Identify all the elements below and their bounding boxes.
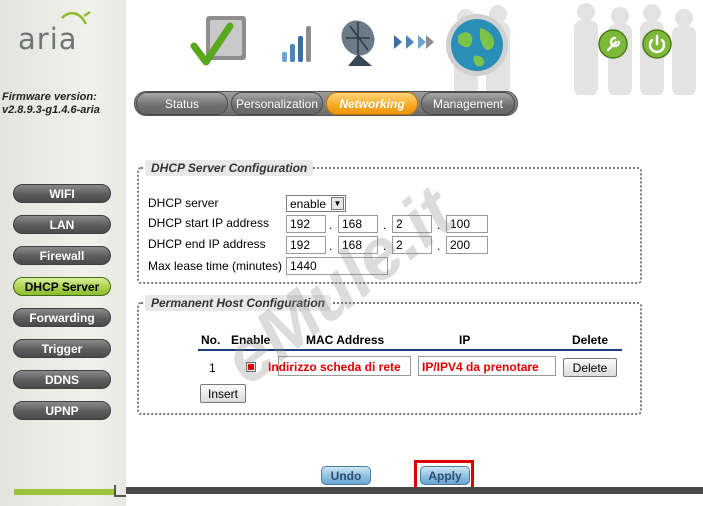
dhcp-start-label: DHCP start IP address [148, 216, 269, 230]
sidebar-item-wifi[interactable]: WIFI [13, 184, 111, 203]
column-no: No. [201, 333, 221, 347]
aria-logo: aria [14, 8, 114, 58]
sidebar-footer-corner [114, 485, 126, 497]
checkmark-cube-icon [190, 16, 246, 66]
sidebar-item-label: UPNP [45, 403, 79, 418]
ip-separator: . [329, 218, 333, 232]
ip-address-note: IP/IPV4 da prenotare [422, 360, 539, 374]
sidebar-item-label: Trigger [41, 341, 83, 356]
end-ip-octet-1[interactable] [286, 236, 326, 254]
dhcp-server-label: DHCP server [148, 196, 219, 210]
firmware-info: Firmware version: v2.8.9.3-g1.4.6-aria [2, 91, 126, 117]
satellite-dish-icon [341, 20, 375, 66]
sidebar-item-dhcp-server[interactable]: DHCP Server [13, 277, 111, 296]
tab-management[interactable]: Management [421, 92, 515, 115]
tab-networking[interactable]: Networking [326, 92, 418, 115]
undo-label: Undo [330, 468, 362, 483]
dhcp-server-value: enable [290, 196, 327, 211]
end-ip-octet-2[interactable] [338, 236, 378, 254]
column-enable: Enable [231, 333, 271, 347]
lease-time-label: Max lease time (minutes) [148, 259, 283, 273]
ip-separator: . [437, 218, 441, 232]
lease-time-input[interactable] [286, 257, 388, 275]
ip-separator: . [383, 218, 387, 232]
end-ip-octet-4[interactable] [446, 236, 488, 254]
sidebar-item-label: DHCP Server [24, 279, 100, 294]
tab-label: Management [432, 96, 504, 111]
sidebar-item-label: LAN [49, 217, 75, 232]
ip-separator: . [437, 239, 441, 253]
enable-checkbox[interactable] [246, 362, 256, 372]
sidebar-item-label: Firewall [39, 248, 85, 263]
sidebar-item-label: WIFI [49, 186, 75, 201]
start-ip-octet-1[interactable] [286, 215, 326, 233]
ip-separator: . [329, 239, 333, 253]
sidebar-item-label: DDNS [44, 372, 79, 387]
signal-bars-icon [282, 26, 311, 62]
tab-label: Status [164, 96, 200, 111]
row-number: 1 [209, 361, 216, 375]
chevron-down-icon: ▼ [331, 197, 344, 210]
arrows-icon [394, 35, 434, 49]
checkbox-mark-icon [248, 364, 254, 370]
delete-button-label: Delete [572, 360, 608, 375]
apply-highlight-box [414, 460, 474, 490]
start-ip-octet-4[interactable] [446, 215, 488, 233]
sidebar-item-upnp[interactable]: UPNP [13, 401, 111, 420]
logo-text: aria [18, 22, 78, 56]
dhcp-end-label: DHCP end IP address [148, 237, 266, 251]
column-mac-address: MAC Address [306, 333, 385, 347]
ip-separator: . [383, 239, 387, 253]
sidebar-item-trigger[interactable]: Trigger [13, 339, 111, 358]
table-header-divider [198, 349, 622, 351]
tab-label: Personalization [235, 96, 319, 111]
footer-bar [126, 487, 703, 494]
tab-status[interactable]: Status [136, 92, 228, 115]
dhcp-config-legend: DHCP Server Configuration [145, 160, 314, 176]
end-ip-octet-3[interactable] [392, 236, 432, 254]
firmware-label: Firmware version: [2, 91, 97, 103]
globe-icon [446, 14, 508, 76]
mac-address-note: Indirizzo scheda di rete [268, 360, 401, 374]
sidebar: aria Firmware version: v2.8.9.3-g1.4.6-a… [0, 0, 126, 506]
tab-personalization[interactable]: Personalization [231, 92, 323, 115]
host-config-legend: Permanent Host Configuration [145, 295, 332, 311]
insert-button-label: Insert [207, 386, 238, 401]
sidebar-item-label: Forwarding [29, 310, 95, 325]
dhcp-server-select[interactable]: enable ▼ [286, 195, 346, 212]
wrench-icon[interactable] [598, 29, 628, 59]
sidebar-footer-bar [14, 489, 114, 495]
sidebar-item-firewall[interactable]: Firewall [13, 246, 111, 265]
insert-button[interactable]: Insert [200, 384, 246, 403]
sidebar-item-lan[interactable]: LAN [13, 215, 111, 234]
column-ip: IP [459, 333, 471, 347]
delete-button[interactable]: Delete [563, 358, 617, 377]
sidebar-item-ddns[interactable]: DDNS [13, 370, 111, 389]
power-icon[interactable] [642, 29, 672, 59]
column-delete: Delete [572, 333, 609, 347]
sidebar-item-forwarding[interactable]: Forwarding [13, 308, 111, 327]
start-ip-octet-2[interactable] [338, 215, 378, 233]
undo-button[interactable]: Undo [321, 466, 371, 485]
firmware-value: v2.8.9.3-g1.4.6-aria [2, 104, 100, 116]
start-ip-octet-3[interactable] [392, 215, 432, 233]
tab-label: Networking [339, 96, 405, 111]
